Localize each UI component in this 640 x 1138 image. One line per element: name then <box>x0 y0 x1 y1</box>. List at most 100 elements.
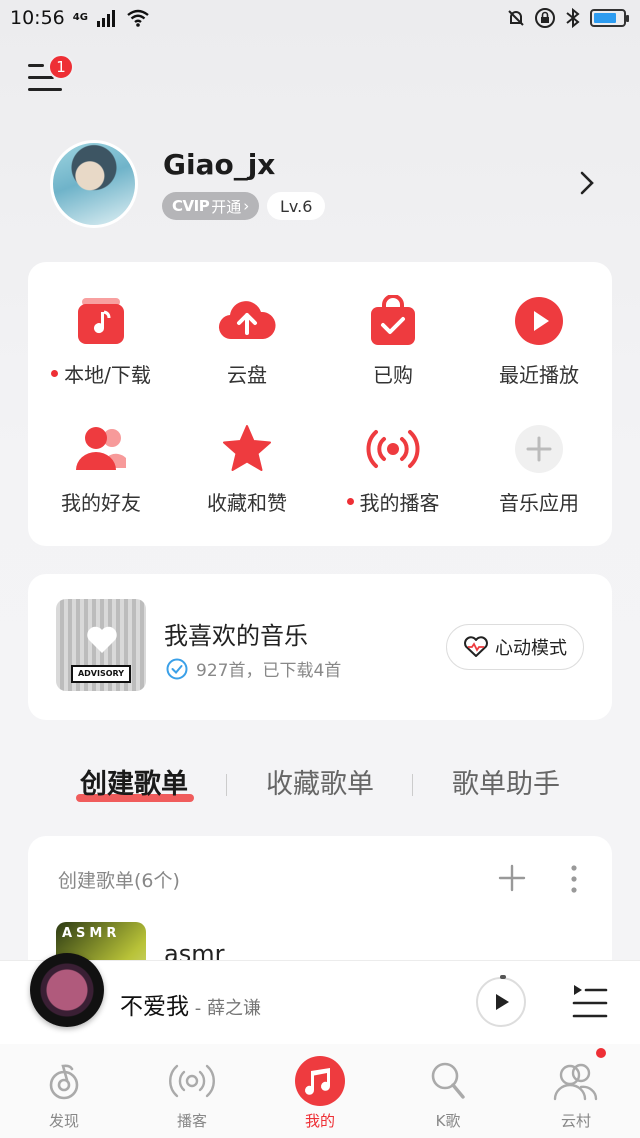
menu-bar-bottom <box>28 88 62 91</box>
chevron-right-icon[interactable] <box>576 170 598 196</box>
signal-icon <box>96 10 115 27</box>
status-bar: 10:56 4G <box>0 0 640 36</box>
more-vertical-icon[interactable] <box>570 864 578 894</box>
liked-music-title: 我喜欢的音乐 <box>164 622 308 650</box>
grid-item-friends[interactable]: 我的好友 <box>28 390 174 516</box>
play-icon <box>496 994 509 1010</box>
grid-item-favorites[interactable]: 收藏和赞 <box>174 390 320 516</box>
heartbeat-mode-button[interactable]: 心动模式 <box>446 624 584 670</box>
lock-rotation-icon <box>535 8 555 28</box>
grid-label: 最近播放 <box>499 363 579 387</box>
liked-music-cover: ADVISORY <box>56 599 146 691</box>
chevron-right-icon: › <box>243 197 250 215</box>
created-playlists-header: 创建歌单(6个) <box>58 870 180 892</box>
tab-collected-playlists[interactable]: 收藏歌单 <box>266 762 374 801</box>
song-artist: - 薛之谦 <box>189 998 261 1019</box>
grid-label: 云盘 <box>227 363 267 387</box>
status-left: 10:56 4G <box>10 7 150 29</box>
music-note-icon <box>295 1056 345 1106</box>
network-type: 4G <box>72 12 88 23</box>
nav-label: 发现 <box>48 1112 79 1130</box>
grid-item-music-apps[interactable]: 音乐应用 <box>466 390 612 516</box>
new-dot <box>51 370 59 377</box>
vip-badge[interactable]: ⅭVIP 开通 › <box>162 192 260 220</box>
tab-playlist-assistant[interactable]: 歌单助手 <box>452 762 560 801</box>
nav-discover[interactable]: 发现 <box>0 1056 128 1136</box>
nav-podcast[interactable]: 播客 <box>128 1056 256 1136</box>
bottom-tab-bar: 发现 播客 我的 K歌 云村 <box>0 1044 640 1138</box>
play-button[interactable] <box>476 975 526 1027</box>
play-circle-icon <box>509 292 569 349</box>
mini-player[interactable]: 不爱我 - 薛之谦 <box>0 953 640 1044</box>
community-notification-dot <box>596 1048 606 1058</box>
cloud-upload-icon <box>217 292 277 349</box>
profile-header[interactable]: Giao_jx ⅭVIP 开通 › Lv.6 <box>50 140 610 230</box>
mute-bell-icon <box>508 10 524 26</box>
status-right <box>506 7 629 29</box>
bluetooth-icon <box>566 7 580 29</box>
playlist-tabs: 创建歌单 收藏歌单 歌单助手 <box>28 762 612 812</box>
wifi-icon <box>127 9 149 27</box>
liked-music-card[interactable]: ADVISORY 我喜欢的音乐 927首，已下载4首 心动模式 <box>28 574 612 720</box>
album-disc[interactable] <box>30 953 104 1027</box>
playlist-cover-text: ASMR <box>62 926 121 941</box>
liked-music-subtitle: 927首，已下载4首 <box>166 656 341 681</box>
status-time: 10:56 <box>10 7 65 29</box>
heartbeat-mode-label: 心动模式 <box>495 638 567 659</box>
podcast-icon <box>363 420 423 477</box>
grid-label: 音乐应用 <box>499 491 579 515</box>
new-dot <box>346 498 354 505</box>
podcast-icon <box>167 1056 217 1106</box>
battery-level <box>594 13 617 23</box>
tab-divider <box>226 774 227 796</box>
grid-label-text: 本地/下载 <box>64 363 151 387</box>
music-note-icon <box>71 292 131 349</box>
now-playing[interactable]: 不爱我 - 薛之谦 <box>120 987 261 1021</box>
nav-label: 我的 <box>304 1112 335 1130</box>
tab-divider <box>412 774 413 796</box>
playlist-queue-icon[interactable] <box>570 981 610 1021</box>
heartbeat-icon <box>464 636 488 657</box>
level-badge[interactable]: Lv.6 <box>267 192 326 220</box>
grid-item-local-download[interactable]: 本地/下载 <box>28 262 174 388</box>
friends-icon <box>71 420 131 477</box>
username: Giao_jx <box>163 148 276 181</box>
advisory-label: ADVISORY <box>71 665 131 683</box>
song-title: 不爱我 <box>120 994 189 1020</box>
shopping-bag-icon <box>363 292 423 349</box>
check-circle-icon <box>166 658 188 679</box>
battery-icon <box>590 9 629 27</box>
notification-badge: 1 <box>48 54 74 80</box>
grid-label-text: 我的播客 <box>359 491 440 515</box>
grid-label: 已购 <box>373 363 413 387</box>
nav-label: 云村 <box>560 1112 591 1130</box>
avatar[interactable] <box>50 140 138 228</box>
grid-item-cloud[interactable]: 云盘 <box>174 262 320 388</box>
vip-logo-icon: ⅭVIP <box>172 197 210 215</box>
nav-label: K歌 <box>435 1112 461 1130</box>
discover-icon <box>39 1056 89 1106</box>
tab-created-playlists[interactable]: 创建歌单 <box>80 762 188 801</box>
grid-label: 我的好友 <box>61 491 141 515</box>
plus-icon <box>509 420 569 477</box>
grid-label: 本地/下载 <box>51 359 151 388</box>
grid-label: 我的播客 <box>346 487 440 516</box>
nav-mine[interactable]: 我的 <box>256 1056 384 1136</box>
menu-bar-middle <box>28 76 54 79</box>
microphone-icon <box>423 1056 473 1106</box>
nav-label: 播客 <box>176 1112 207 1130</box>
vip-label: 开通 <box>211 197 242 216</box>
nav-community[interactable]: 云村 <box>512 1056 640 1136</box>
menu-bar-top <box>28 64 44 67</box>
grid-item-purchased[interactable]: 已购 <box>320 262 466 388</box>
grid-item-podcast[interactable]: 我的播客 <box>320 390 466 516</box>
quick-access-card: 本地/下载 云盘 已购 最近播放 我的好友 收藏和赞 我的播客 音乐应用 <box>28 262 612 546</box>
grid-label: 收藏和赞 <box>207 491 287 515</box>
liked-music-count: 927首，已下载4首 <box>196 661 342 681</box>
community-icon <box>551 1056 601 1106</box>
nav-karaoke[interactable]: K歌 <box>384 1056 512 1136</box>
heart-icon <box>87 626 117 653</box>
star-icon <box>217 420 277 477</box>
grid-item-recent[interactable]: 最近播放 <box>466 262 612 388</box>
add-playlist-icon[interactable] <box>498 864 526 892</box>
